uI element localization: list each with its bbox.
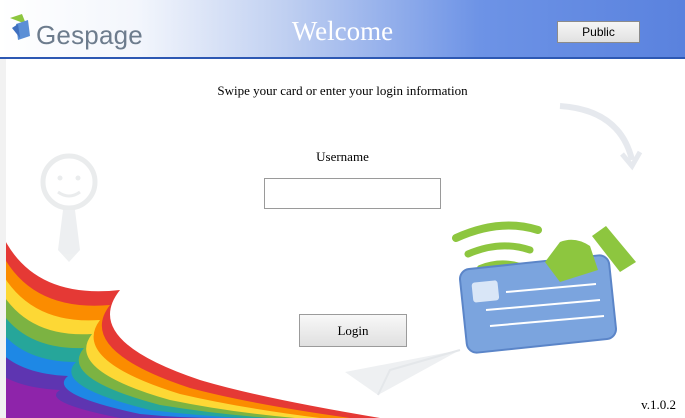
username-label: Username [316, 149, 369, 164]
login-instructions: Swipe your card or enter your login info… [217, 83, 468, 98]
username-input[interactable] [264, 178, 441, 209]
background-illustration [0, 103, 643, 418]
paper-plane-icon [345, 349, 461, 396]
left-edge-bar [0, 59, 6, 418]
login-button[interactable]: Login [299, 314, 407, 347]
card-reader-icon [452, 221, 636, 354]
person-sketch-icon [40, 153, 98, 262]
version-label: v.1.0.2 [641, 397, 676, 412]
